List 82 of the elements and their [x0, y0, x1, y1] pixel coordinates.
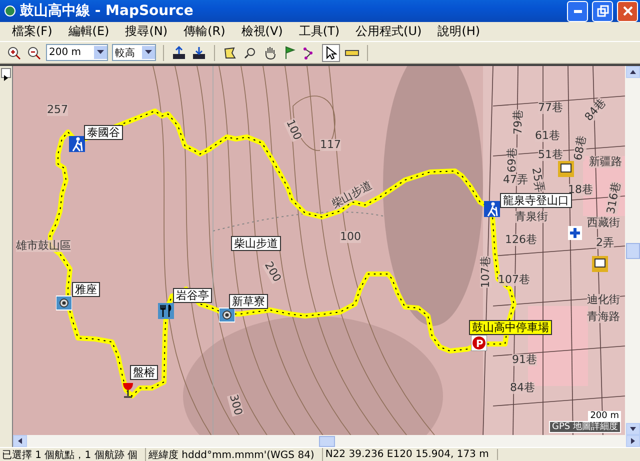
scale-distance: 200 m [588, 411, 621, 421]
pointer-icon[interactable] [322, 44, 340, 62]
fork-knife-icon [158, 303, 174, 319]
hiker-icon [69, 136, 85, 152]
status-text: 經緯度 hddd°mm.mmm'(WGS 84) [146, 448, 324, 461]
menu-item[interactable]: 編輯(E) [60, 23, 118, 40]
scrollbar-thumb[interactable] [318, 436, 334, 446]
zoom-in-icon[interactable] [6, 44, 22, 60]
map-detail-label: GPS 地圖詳細度 [549, 421, 621, 433]
map-label: 西藏街 [587, 217, 620, 229]
horizontal-scrollbar[interactable] [13, 435, 640, 447]
camera-icon [56, 295, 72, 311]
map-label: 107巷 [480, 256, 492, 288]
map-label: 47弄 [503, 174, 528, 186]
map-label: 61巷 [535, 130, 560, 142]
waypoint-label[interactable]: 盤榕 [130, 365, 158, 380]
minimize-button[interactable] [567, 0, 588, 22]
download-icon[interactable] [191, 44, 207, 60]
waypoint-label[interactable]: 龍泉寺登山口 [500, 193, 572, 208]
map-label: 18巷 [568, 184, 593, 196]
menu-item[interactable]: 公用程式(U) [348, 23, 430, 40]
map-label: 79巷 [512, 110, 524, 134]
map-label: 100 [284, 118, 304, 142]
map-label: 雄市鼓山區 [16, 240, 71, 252]
waypoint-label[interactable]: 柴山步道 [231, 236, 281, 251]
menu-item[interactable]: 傳輸(R) [176, 23, 234, 40]
status-text: 已選擇 1 個航點，1 個航跡 個 [0, 448, 146, 461]
map-label: 51巷 [538, 149, 563, 161]
map-label: 126巷 [505, 234, 537, 246]
map-label: 青海路 [587, 311, 620, 323]
map-label: 迪化街 [587, 294, 620, 306]
down-arrow-icon [630, 427, 636, 431]
scale-dropdown[interactable]: 200 m [46, 44, 108, 61]
map-label: 84巷 [510, 382, 535, 394]
menu-item[interactable]: 說明(H) [430, 23, 488, 40]
left-arrow-icon [18, 438, 22, 444]
vertical-scrollbar[interactable] [625, 66, 640, 435]
map-label: 新疆路 [589, 156, 622, 168]
scroll-right-button[interactable] [626, 435, 640, 447]
goblet-icon [120, 382, 136, 398]
up-arrow-icon [630, 70, 636, 74]
map-label: 77巷 [538, 102, 563, 114]
waypoint-label[interactable]: 岩谷亭 [173, 288, 212, 303]
close-icon [622, 5, 634, 17]
map-label: 100 [340, 231, 361, 243]
parking-icon: P [471, 335, 487, 351]
menu-item[interactable]: 搜尋(N) [117, 23, 176, 40]
waypoint-label[interactable]: 新草寮 [229, 294, 268, 309]
close-button[interactable] [617, 0, 638, 22]
caret-icon [145, 50, 152, 55]
waypoint-label[interactable]: 泰國谷 [84, 125, 123, 140]
waypoint-label[interactable]: 鼓山高中停車場 [469, 320, 552, 335]
restore-icon [596, 5, 608, 17]
status-text: N22 39.236 E120 15.904, 173 m [323, 449, 498, 460]
scroll-up-button[interactable] [626, 66, 640, 78]
map-label: 257 [47, 104, 68, 116]
menu-item[interactable]: 檔案(F) [4, 23, 60, 40]
camera-icon [219, 307, 235, 323]
scroll-left-button[interactable] [13, 435, 27, 447]
right-arrow-icon [631, 438, 635, 444]
map-label: 69巷 [506, 148, 518, 172]
map-label: 117 [320, 139, 341, 151]
menu-item[interactable]: 檢視(V) [233, 23, 291, 40]
caret-icon [97, 50, 104, 55]
scroll-down-button[interactable] [626, 423, 640, 435]
waypoint-label[interactable]: 雅座 [72, 282, 100, 297]
map-label: 青泉街 [515, 211, 548, 223]
map-label: 107巷 [498, 274, 530, 286]
hiker-icon [484, 201, 500, 217]
zoom-out-icon[interactable] [26, 44, 42, 60]
hospital-icon [568, 226, 584, 242]
scrollbar-thumb[interactable] [626, 242, 640, 258]
upload-icon[interactable] [171, 44, 187, 60]
menu-item[interactable]: 工具(T) [290, 23, 348, 40]
window-title: 鼓山高中線 - MapSource [20, 2, 194, 20]
map-label: 2弄 [596, 237, 614, 249]
map-label: 91巷 [512, 354, 537, 366]
minimize-icon [574, 10, 582, 12]
detail-dropdown[interactable]: 較高 [112, 44, 156, 61]
map-select-icon[interactable] [222, 44, 238, 60]
expand-button[interactable] [1, 68, 11, 78]
restore-button[interactable] [592, 0, 613, 22]
